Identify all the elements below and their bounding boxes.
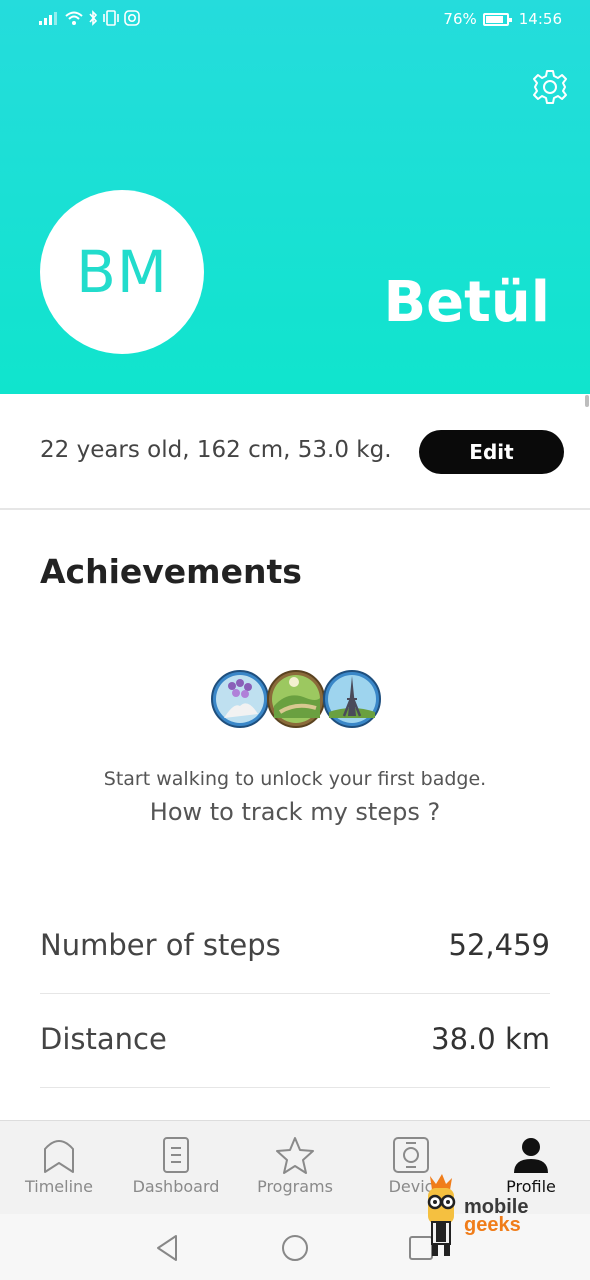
person-icon: [514, 1138, 548, 1173]
watermark-text-geeks: geeks: [464, 1214, 521, 1236]
mobilegeeks-watermark: mobile geeks: [418, 1172, 538, 1258]
geek-mascot-icon: [427, 1174, 456, 1256]
nav-label: Dashboard: [132, 1177, 220, 1196]
edit-button[interactable]: Edit: [419, 430, 564, 474]
achievements-title: Achievements: [40, 552, 302, 591]
home-icon[interactable]: [279, 1232, 311, 1264]
badge-flowers-icon: [211, 670, 269, 728]
bluetooth-icon: [89, 10, 98, 26]
avatar-initials: BM: [76, 238, 168, 306]
nav-dashboard[interactable]: Dashboard: [128, 1121, 224, 1215]
watch-icon: [393, 1137, 429, 1173]
badge-eiffel-icon: [323, 670, 381, 728]
badge-unlock-message: Start walking to unlock your first badge…: [103, 768, 487, 790]
status-icons-left: [38, 10, 140, 26]
dashboard-icon: [163, 1137, 189, 1173]
stat-row-steps: Number of steps 52,459: [40, 900, 550, 994]
battery-percent: 76%: [443, 10, 477, 28]
how-to-track-link[interactable]: How to track my steps ?: [0, 798, 590, 826]
status-bar: 76% 14:56: [0, 0, 590, 40]
star-icon: [276, 1137, 314, 1174]
stat-value: 38.0 km: [431, 1022, 550, 1056]
instagram-icon: [124, 10, 140, 26]
vibrate-icon: [103, 10, 119, 26]
nav-label: Timeline: [24, 1177, 94, 1196]
profile-details: 22 years old, 162 cm, 53.0 kg.: [40, 437, 392, 463]
settings-button[interactable]: [531, 68, 569, 106]
status-icons-right: 76% 14:56: [443, 10, 562, 28]
gear-icon: [533, 70, 567, 104]
battery-icon: [482, 12, 512, 26]
stat-label: Number of steps: [40, 928, 281, 962]
stat-label: Distance: [40, 1022, 167, 1056]
signal-icon: [39, 12, 57, 25]
avatar[interactable]: BM: [40, 190, 204, 354]
back-icon[interactable]: [152, 1232, 184, 1264]
badge-preview: [210, 668, 382, 730]
timeline-icon: [44, 1140, 74, 1173]
wifi-icon: [65, 11, 83, 25]
profile-header: 76% 14:56 BM Betül: [0, 0, 590, 394]
stat-row-distance: Distance 38.0 km: [40, 994, 550, 1088]
badge-hills-icon: [267, 670, 325, 728]
nav-timeline[interactable]: Timeline: [14, 1121, 104, 1215]
profile-info-row: 22 years old, 162 cm, 53.0 kg. Edit: [0, 394, 590, 510]
user-name: Betül: [383, 270, 551, 335]
stat-value: 52,459: [448, 928, 550, 962]
clock: 14:56: [518, 10, 562, 28]
nav-label: Programs: [257, 1177, 333, 1196]
nav-programs[interactable]: Programs: [250, 1121, 340, 1215]
